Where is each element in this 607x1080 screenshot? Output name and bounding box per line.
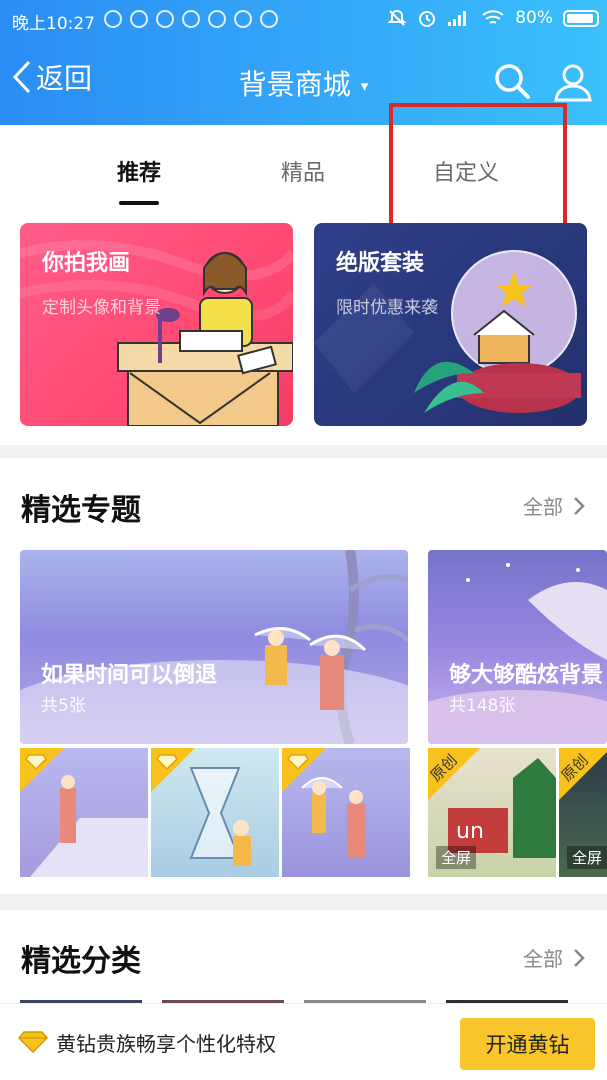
wallpaper-thumbnail[interactable] — [151, 748, 279, 877]
caret-down-icon: ▾ — [360, 77, 369, 95]
search-icon[interactable] — [492, 61, 532, 101]
see-all-label: 全部 — [523, 495, 563, 519]
fullscreen-label: 全屏 — [567, 846, 607, 869]
notification-icon — [130, 10, 148, 28]
topic-count: 共148张 — [449, 696, 516, 716]
topic-card[interactable]: 够大够酷炫背景 共148张 — [428, 550, 607, 744]
status-time: 晚上10:27 — [12, 14, 95, 34]
topic-count: 共5张 — [41, 696, 86, 716]
see-all-label: 全部 — [523, 947, 563, 971]
section-title: 精选专题 — [21, 493, 141, 528]
notification-icon — [104, 10, 122, 28]
wallpaper-thumbnail[interactable] — [282, 748, 410, 877]
page-title: 背景商城 — [238, 68, 351, 101]
promo-card-suite[interactable]: 绝版套装 限时优惠来袭 — [314, 223, 587, 426]
battery-icon — [563, 9, 599, 27]
topic-name: 够大够酷炫背景 — [449, 663, 604, 688]
featured-topics-section: 精选专题 全部 如果时间可以倒退 共5张 够大够酷炫背景 共148张 un 原创… — [0, 458, 607, 894]
see-all-categories-link[interactable]: 全部 — [523, 943, 585, 972]
alarm-icon — [419, 11, 436, 27]
user-icon[interactable] — [553, 62, 593, 102]
topic-card[interactable]: 如果时间可以倒退 共5张 — [20, 550, 408, 744]
mute-icon — [387, 9, 407, 26]
diamond-icon — [18, 1031, 48, 1053]
highlight-box — [389, 103, 567, 227]
promo-subtitle: 限时优惠来袭 — [336, 298, 438, 318]
fullscreen-label: 全屏 — [436, 846, 477, 869]
promo-title: 你拍我画 — [42, 251, 131, 276]
featured-categories-section: 精选分类 全部 — [0, 910, 607, 1010]
signal-icon — [448, 11, 467, 26]
see-all-topics-link[interactable]: 全部 — [523, 491, 585, 520]
battery-percent: 80% — [515, 8, 553, 28]
wallpaper-thumbnail[interactable] — [20, 748, 148, 877]
wifi-icon — [482, 10, 504, 24]
wallpaper-thumbnail[interactable]: un 原创 全屏 — [428, 748, 556, 877]
promo-subtitle: 定制头像和背景 — [42, 298, 161, 318]
status-right: 80% — [387, 8, 599, 28]
svg-text:un: un — [456, 819, 484, 844]
notification-icons — [104, 10, 278, 28]
open-vip-button[interactable]: 开通黄钻 — [460, 1018, 595, 1070]
status-bar: 晚上10:27 80% — [0, 0, 607, 40]
section-title: 精选分类 — [21, 944, 141, 979]
topic-name: 如果时间可以倒退 — [41, 663, 218, 688]
diamond-icon — [156, 754, 178, 770]
vip-promo-text: 黄钻贵族畅享个性化特权 — [56, 1032, 276, 1056]
vip-promo-bar: 黄钻贵族畅享个性化特权 开通黄钻 — [0, 1003, 607, 1080]
chevron-right-icon — [574, 948, 585, 967]
diamond-icon — [287, 754, 309, 770]
promo-card-draw[interactable]: 你拍我画 定制头像和背景 — [20, 223, 293, 426]
diamond-icon — [25, 754, 47, 770]
tab-premium[interactable]: 精品 — [281, 155, 325, 187]
notification-icon — [182, 10, 200, 28]
notification-icon — [260, 10, 278, 28]
notification-icon — [234, 10, 252, 28]
tab-recommend[interactable]: 推荐 — [117, 155, 161, 205]
notification-icon — [156, 10, 174, 28]
chevron-right-icon — [574, 496, 585, 515]
notification-icon — [208, 10, 226, 28]
wallpaper-thumbnail[interactable]: 原创 全屏 — [559, 748, 607, 877]
promo-title: 绝版套装 — [336, 251, 425, 276]
